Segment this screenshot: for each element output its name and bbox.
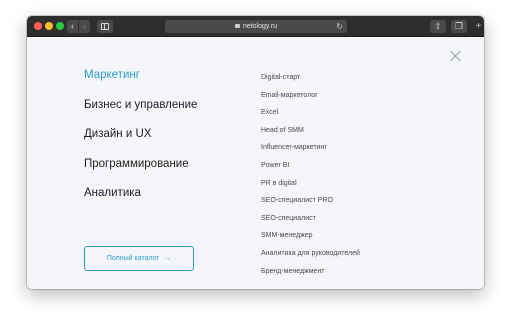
minimize-window-button[interactable] [45,22,53,30]
full-catalog-button[interactable]: Полный каталог → [84,246,194,271]
sidebar-icon [101,23,109,30]
subcategory-item[interactable]: SMM-менеджер [261,231,360,249]
subcategory-item[interactable]: SEO-специалист PRO [261,196,360,214]
forward-button[interactable]: › [79,20,90,33]
category-item-analytics[interactable]: Аналитика [84,186,197,216]
subcategory-item[interactable]: Email-маркетолог [261,91,360,109]
lock-icon [234,24,240,28]
subcategory-item[interactable]: Digital-старт [261,73,360,91]
subcategory-item[interactable]: SEO-специалист [261,214,360,232]
subcategory-item[interactable]: PR в digital [261,179,360,197]
category-item-programming[interactable]: Программирование [84,157,197,187]
category-item-business[interactable]: Бизнес и управление [84,98,197,128]
subcategory-item[interactable]: Head of SMM [261,126,360,144]
url-text: netology.ru [242,23,278,30]
share-icon[interactable]: ⇧ [430,20,446,33]
close-window-button[interactable] [34,22,42,30]
subcategory-item[interactable]: Influencer-маркетинг [261,143,360,161]
subcategory-item[interactable]: Бренд-менеджмент [261,267,360,285]
browser-toolbar: ‹ › netology.ru ↻ ⇧ ❐ + [27,16,484,37]
sidebar-toggle-button[interactable] [97,20,113,33]
arrow-right-icon: → [164,255,172,262]
subcategory-item[interactable]: Power BI [261,161,360,179]
tabs-icon[interactable]: ❐ [451,20,467,33]
category-item-design[interactable]: Дизайн и UX [84,127,197,157]
full-catalog-label: Полный каталог [106,255,160,262]
category-item-marketing[interactable]: Маркетинг [84,68,197,98]
close-icon[interactable] [450,50,462,62]
subcategory-item[interactable]: Аналитика для руководителей [261,249,360,267]
subcategory-list: Digital-старт Email-маркетолог Excel Hea… [261,73,360,284]
address-bar[interactable]: netology.ru ↻ [165,20,347,33]
new-tab-button[interactable]: + [473,20,484,33]
browser-window: ‹ › netology.ru ↻ ⇧ ❐ + Маркетинг Бизнес… [27,16,484,289]
back-button[interactable]: ‹ [67,20,78,33]
zoom-window-button[interactable] [56,22,64,30]
reload-icon[interactable]: ↻ [336,20,343,33]
category-list: Маркетинг Бизнес и управление Дизайн и U… [84,68,197,216]
subcategory-item[interactable]: Excel [261,108,360,126]
